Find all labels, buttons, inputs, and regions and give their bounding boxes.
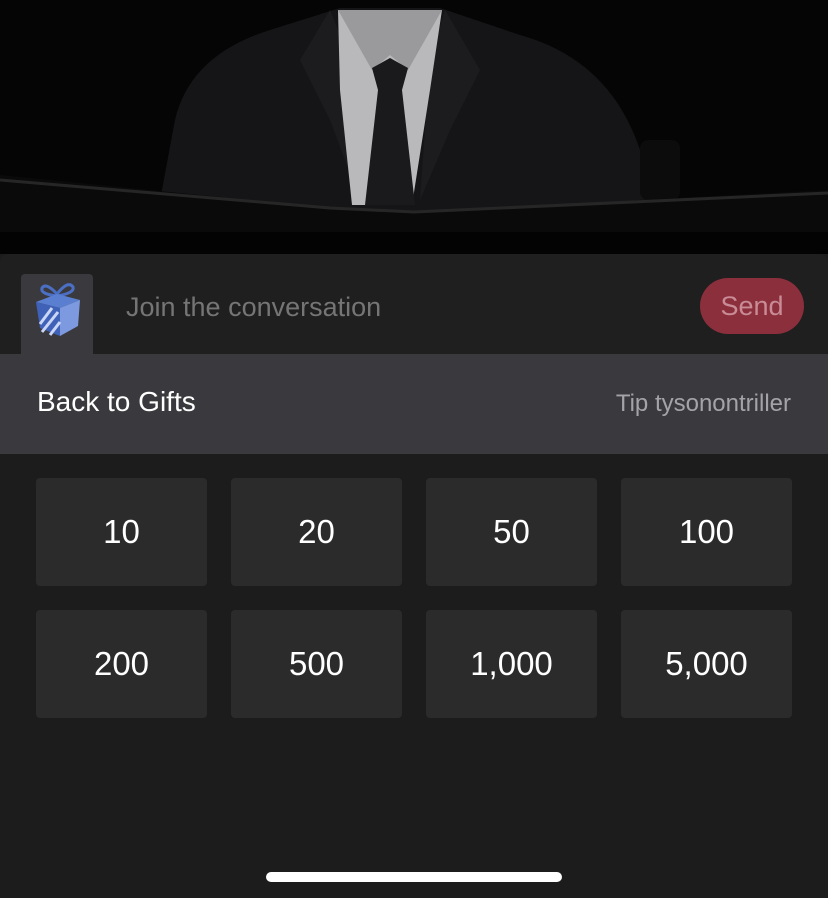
tip-amount-button[interactable]: 100 [621, 478, 792, 586]
tip-amount-button[interactable]: 10 [36, 478, 207, 586]
gift-sheet: Send Back to Gifts Tip tysonontriller 10… [0, 254, 828, 898]
video-feed [0, 0, 828, 254]
chat-input[interactable] [126, 284, 676, 330]
tip-recipient-label: Tip tysonontriller [615, 390, 791, 417]
gift-box-icon [36, 283, 80, 336]
tip-amount-button[interactable]: 500 [231, 610, 402, 718]
home-indicator[interactable] [266, 872, 562, 882]
video-frame-image [0, 0, 828, 254]
tip-amount-grid: 10 20 50 100 200 500 1,000 5,000 [36, 478, 792, 718]
gift-tab-button[interactable] [21, 274, 93, 354]
back-to-gifts-link[interactable]: Back to Gifts [37, 386, 196, 418]
send-button[interactable]: Send [700, 278, 804, 334]
tip-amount-button[interactable]: 5,000 [621, 610, 792, 718]
tip-amount-button[interactable]: 20 [231, 478, 402, 586]
tip-amount-button[interactable]: 200 [36, 610, 207, 718]
tip-amount-button[interactable]: 1,000 [426, 610, 597, 718]
chat-bar: Send [0, 254, 828, 354]
tip-header: Back to Gifts Tip tysonontriller [0, 354, 828, 454]
tip-amount-button[interactable]: 50 [426, 478, 597, 586]
